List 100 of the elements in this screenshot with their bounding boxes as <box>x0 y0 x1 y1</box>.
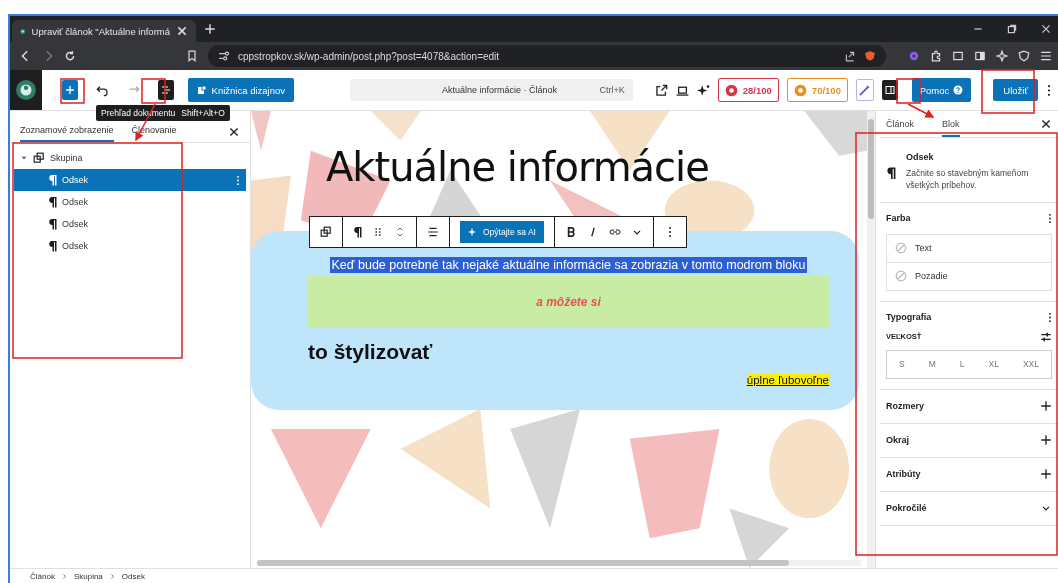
sparkle-icon <box>468 227 478 237</box>
list-view-icon <box>160 85 171 95</box>
undo-icon[interactable] <box>95 83 109 97</box>
new-tab-icon[interactable] <box>204 23 216 35</box>
section-title: Farba <box>886 213 911 224</box>
color-option[interactable]: Pozadie <box>887 261 1051 290</box>
menu-icon[interactable] <box>1040 50 1052 62</box>
tree-item[interactable]: Skupina <box>14 147 246 169</box>
paragraph-icon[interactable] <box>353 226 362 238</box>
tree-item[interactable]: Odsek <box>14 235 246 257</box>
address-bar[interactable]: cppstropkov.sk/wp-admin/post.php?post=4078&action=edit <box>208 45 886 67</box>
shield-icon[interactable] <box>1018 50 1030 62</box>
paragraph-icon <box>48 240 57 252</box>
tree-item[interactable]: Odsek <box>14 213 246 235</box>
tree-item[interactable]: Odsek <box>14 191 246 213</box>
plus-icon <box>1040 468 1052 481</box>
reload-icon[interactable] <box>64 50 76 62</box>
panel-header[interactable]: Rozmery <box>880 389 1058 424</box>
paragraph-text[interactable]: Keď bude potrebné tak nejaké aktuálne informácie sa zobrazia v tomto modrom bloku <box>329 257 808 273</box>
caret-icon[interactable] <box>20 154 28 162</box>
document-title: Aktuálne informácie · Článok <box>442 85 559 95</box>
horizontal-scrollbar[interactable] <box>257 560 861 566</box>
vertical-scrollbar[interactable] <box>867 111 875 568</box>
puzzle-icon[interactable] <box>930 50 942 62</box>
size-option[interactable]: M <box>928 359 936 370</box>
command-bar[interactable]: Aktuálne informácie · Článok Ctrl+K <box>350 79 633 101</box>
color-option[interactable]: Text <box>887 234 1051 262</box>
plus-icon <box>64 85 75 95</box>
url-text: cppstropkov.sk/wp-admin/post.php?post=4078&action=edit <box>238 50 500 62</box>
size-option[interactable]: XXL <box>1022 359 1039 370</box>
panel-tab[interactable]: Článok <box>886 111 914 137</box>
font-size-picker[interactable]: S M L XL XXL <box>886 349 1052 379</box>
shield-icon[interactable] <box>864 50 876 62</box>
plus-icon <box>1040 434 1052 447</box>
bookmark-icon[interactable] <box>186 50 198 62</box>
size-option[interactable]: S <box>899 359 905 370</box>
score-button[interactable]: 28/100 <box>717 78 779 102</box>
breadcrumb-item[interactable]: Odsek <box>121 571 145 581</box>
highlighted-text[interactable]: úplne ľubovoľne <box>746 374 829 386</box>
score-icon <box>793 83 807 97</box>
more-options-icon[interactable] <box>1045 83 1052 97</box>
sparkle-icon[interactable] <box>996 50 1008 62</box>
sliders-icon[interactable] <box>1040 330 1052 343</box>
shortcut-label: Ctrl+K <box>599 85 625 95</box>
no-color-icon <box>895 270 907 283</box>
annotation-arrow <box>907 103 935 118</box>
align-icon[interactable] <box>427 226 439 238</box>
tree-item-label: Skupina <box>50 153 83 163</box>
group-icon[interactable] <box>320 226 332 238</box>
close-icon[interactable] <box>228 125 240 138</box>
magic-wand-icon <box>858 83 872 97</box>
logo-icon <box>14 79 37 101</box>
ask-ai-button[interactable]: Opýtajte sa AI <box>460 221 544 243</box>
tab-title: Upraviť článok "Aktuálne informá <box>31 25 170 37</box>
sidebar-icon[interactable] <box>974 50 986 62</box>
section-title: Typografia <box>886 312 932 323</box>
more-options-icon[interactable] <box>1048 311 1052 323</box>
magic-wand-button[interactable] <box>855 79 874 101</box>
external-link-icon[interactable] <box>654 83 668 97</box>
share-icon[interactable] <box>844 50 856 62</box>
heading-text[interactable]: to štylizovať <box>308 340 829 364</box>
restore-icon[interactable] <box>1006 23 1018 35</box>
annotation-frame <box>141 78 166 104</box>
paragraph-icon <box>48 196 57 208</box>
no-color-icon <box>895 242 907 255</box>
save-button[interactable]: Uložiť <box>993 79 1038 101</box>
design-library-button[interactable]: Knižnica dizajnov <box>187 78 294 102</box>
window-icon[interactable] <box>952 50 964 62</box>
link-icon[interactable] <box>608 226 621 238</box>
close-icon[interactable] <box>1040 118 1052 130</box>
panel-tab[interactable]: Blok <box>942 111 960 137</box>
breadcrumb-item[interactable]: Skupina <box>73 571 103 581</box>
gear-icon[interactable] <box>908 50 920 62</box>
sparkle-icon[interactable] <box>696 83 710 97</box>
paragraph-icon <box>886 166 896 180</box>
tree-item[interactable]: Odsek <box>14 169 246 191</box>
browser-tab[interactable]: Upraviť článok "Aktuálne informá <box>12 20 196 42</box>
site-logo[interactable] <box>10 70 42 110</box>
score-icon <box>724 83 738 97</box>
group-icon <box>33 152 45 164</box>
annotation-frame <box>896 78 921 104</box>
help-icon <box>953 85 964 95</box>
panel-header[interactable]: Okraj <box>880 423 1058 458</box>
panel-tab[interactable]: Zoznamové zobrazenie <box>20 124 114 142</box>
block-description: Začnite so stavebným kameňom všetkých príbehov. <box>906 167 1030 192</box>
size-option[interactable]: XL <box>988 359 999 370</box>
site-settings-icon[interactable] <box>218 50 230 62</box>
tooltip-shortcut: Shift+Alt+O <box>181 108 225 118</box>
panel-header[interactable]: Atribúty <box>880 457 1058 492</box>
tree-item-label: Odsek <box>62 241 88 251</box>
panel-header[interactable]: Pokročilé <box>880 491 1058 526</box>
post-title[interactable]: Aktuálne informácie <box>326 143 867 191</box>
settings-button[interactable] <box>881 80 898 100</box>
chevron-right-icon <box>108 572 116 580</box>
size-option[interactable]: L <box>959 359 965 370</box>
drag-handle-icon[interactable] <box>372 226 384 238</box>
breadcrumb-item[interactable]: Článok <box>30 571 55 581</box>
sidebar-icon <box>884 85 895 95</box>
annotation-frame <box>60 78 85 104</box>
more-options-icon[interactable] <box>1048 212 1052 224</box>
